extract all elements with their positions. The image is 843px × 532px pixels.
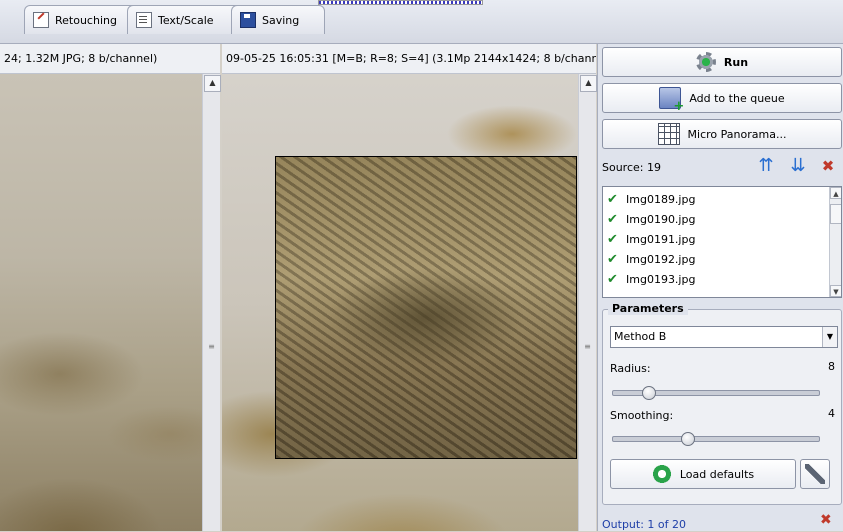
file-name: Img0191.jpg: [626, 232, 696, 246]
smoothing-label: Smoothing:: [610, 409, 674, 422]
list-item[interactable]: ✔ Img0193.jpg: [607, 269, 695, 289]
scroll-up-arrow-icon[interactable]: ▲: [830, 187, 841, 199]
source-count: Source: 19: [602, 161, 661, 174]
right-image-info: 09-05-25 16:05:31 [M=B; R=8; S=4] (3.1Mp…: [222, 44, 596, 74]
pencil-icon: [33, 12, 49, 28]
left-scrollbar[interactable]: ▲ ≡: [202, 74, 221, 531]
panorama-label: Micro Panorama...: [687, 127, 787, 141]
move-down-icon[interactable]: ⇊: [786, 154, 810, 178]
recycle-icon: [651, 464, 672, 484]
wrench-icon: [805, 464, 825, 484]
parameters-header: Parameters: [608, 302, 688, 315]
check-icon: ✔: [607, 231, 618, 247]
queue-label: Add to the queue: [689, 91, 785, 105]
progress-strip: [318, 0, 483, 5]
tab-bar: Retouching Text/Scale Saving: [0, 0, 843, 44]
check-icon: ✔: [607, 271, 618, 287]
micro-panorama-button[interactable]: Micro Panorama...: [602, 119, 842, 149]
list-item[interactable]: ✔ Img0189.jpg: [607, 189, 695, 209]
left-image-info: 24; 1.32M JPG; 8 b/channel): [0, 44, 220, 74]
scroll-grip-icon[interactable]: ≡: [204, 340, 219, 354]
grid-icon: [657, 123, 680, 145]
add-to-queue-button[interactable]: Add to the queue: [602, 83, 842, 114]
radius-label: Radius:: [610, 362, 651, 375]
source-image-preview[interactable]: [0, 74, 202, 531]
right-scrollbar[interactable]: ▲ ≡: [578, 74, 597, 531]
load-defaults-label: Load defaults: [679, 467, 755, 481]
scroll-grip-icon[interactable]: ≡: [580, 340, 595, 354]
control-panel: Run Add to the queue Micro Panorama... S…: [597, 44, 843, 531]
result-image-preview[interactable]: [222, 74, 578, 531]
radius-value: 8: [828, 360, 835, 373]
file-name: Img0190.jpg: [626, 212, 696, 226]
tab-text-scale[interactable]: Text/Scale: [127, 5, 245, 34]
check-icon: ✔: [607, 191, 618, 207]
list-item[interactable]: ✔ Img0192.jpg: [607, 249, 695, 269]
scroll-thumb[interactable]: [830, 204, 841, 224]
run-button[interactable]: Run: [602, 47, 842, 77]
load-defaults-button[interactable]: Load defaults: [610, 459, 796, 489]
queue-icon: [659, 87, 684, 114]
smoothing-value: 4: [828, 407, 835, 420]
check-icon: ✔: [607, 211, 618, 227]
run-label: Run: [723, 55, 749, 69]
scroll-up-arrow-icon[interactable]: ▲: [204, 75, 221, 92]
radius-slider-thumb[interactable]: [642, 386, 656, 400]
check-icon: ✔: [607, 251, 618, 267]
zoom-crop-region[interactable]: [275, 156, 577, 459]
tab-label: Text/Scale: [158, 13, 214, 27]
gear-run-icon: [695, 52, 716, 72]
scroll-up-arrow-icon[interactable]: ▲: [580, 75, 597, 92]
tab-saving[interactable]: Saving: [231, 5, 325, 34]
disk-icon: [240, 12, 256, 28]
file-name: Img0193.jpg: [626, 272, 696, 286]
file-name: Img0189.jpg: [626, 192, 696, 206]
settings-wrench-button[interactable]: [800, 459, 830, 489]
tab-retouching[interactable]: Retouching: [24, 5, 142, 34]
file-list-scrollbar[interactable]: ▲ ▼: [829, 187, 841, 297]
document-icon: [136, 12, 152, 28]
smoothing-slider[interactable]: [612, 432, 820, 446]
scroll-down-arrow-icon[interactable]: ▼: [830, 285, 841, 297]
method-value: Method B: [614, 330, 667, 343]
move-up-icon[interactable]: ⇈: [754, 154, 778, 178]
file-name: Img0192.jpg: [626, 252, 696, 266]
list-item[interactable]: ✔ Img0190.jpg: [607, 209, 695, 229]
radius-slider[interactable]: [612, 386, 820, 400]
list-item[interactable]: ✔ Img0191.jpg: [607, 229, 695, 249]
delete-icon[interactable]: ✖: [816, 154, 840, 178]
chevron-down-icon[interactable]: ▼: [822, 327, 837, 347]
source-file-list[interactable]: ✔ Img0189.jpg ✔ Img0190.jpg ✔ Img0191.jp…: [602, 186, 842, 298]
smoothing-slider-thumb[interactable]: [681, 432, 695, 446]
method-select[interactable]: Method B ▼: [610, 326, 838, 348]
delete-output-icon[interactable]: ✖: [820, 512, 840, 532]
output-count: Output: 1 of 20: [602, 518, 687, 531]
tab-label: Retouching: [55, 13, 117, 27]
tab-label: Saving: [262, 13, 300, 27]
